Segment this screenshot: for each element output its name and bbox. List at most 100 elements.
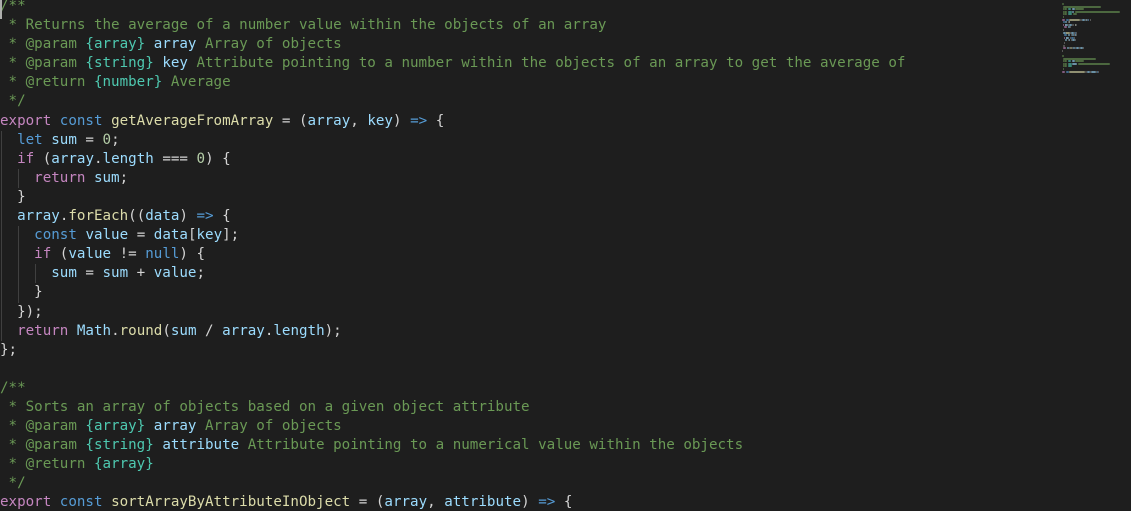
minimap-block	[1065, 21, 1067, 24]
code-editor[interactable]: /** * Returns the average of a number va…	[0, 0, 1131, 511]
code-token: );	[324, 322, 342, 339]
minimap-block	[1067, 34, 1071, 37]
code-token: = (	[350, 494, 385, 511]
code-line[interactable]: array.forEach((data) => {	[0, 207, 1060, 227]
indent-guide	[18, 168, 20, 188]
code-token: sortArrayByAttributeInObject	[111, 494, 351, 511]
code-line[interactable]: * @param {array} array Array of objects	[0, 417, 1060, 436]
code-line[interactable]: /**	[0, 0, 1060, 16]
code-token: data	[145, 208, 180, 225]
minimap-block	[1063, 13, 1068, 16]
code-token: });	[0, 303, 43, 320]
code-token: getAverageFromArray	[111, 112, 274, 129]
code-line[interactable]: if (value != null) {	[0, 245, 1060, 265]
code-line[interactable]: let sum = 0;	[0, 130, 1060, 150]
code-line[interactable]: return Math.round(sum / array.length);	[0, 321, 1060, 341]
indent-guide	[18, 245, 20, 265]
code-token: if	[17, 150, 35, 167]
minimap[interactable]	[1060, 0, 1131, 511]
code-token: const	[59, 494, 103, 511]
code-line[interactable]: export const sortArrayByAttributeInObjec…	[0, 493, 1060, 511]
code-token: (	[51, 246, 69, 263]
code-token: attribute	[444, 494, 522, 511]
code-line[interactable]: * @return {number} Average	[0, 73, 1060, 92]
code-token: *	[0, 36, 26, 53]
code-line[interactable]	[0, 360, 1060, 379]
code-token: )	[392, 112, 411, 129]
code-line[interactable]: * @param {string} key Attribute pointing…	[0, 54, 1060, 73]
code-token: .	[111, 322, 120, 339]
code-line[interactable]: });	[0, 302, 1060, 322]
code-token: ,	[350, 112, 368, 129]
code-token: ;	[111, 131, 120, 148]
minimap-block	[1090, 18, 1092, 21]
text-cursor	[0, 0, 2, 19]
code-line[interactable]: * Sorts an array of objects based on a g…	[0, 398, 1060, 417]
code-line[interactable]: export const getAverageFromArray = (arra…	[0, 112, 1060, 131]
code-token: array	[153, 36, 197, 53]
code-token: */	[0, 475, 26, 492]
code-token: = (	[273, 112, 308, 129]
code-token: =>	[410, 112, 428, 129]
code-line[interactable]: */	[0, 474, 1060, 493]
code-line[interactable]: }	[0, 283, 1060, 303]
code-line[interactable]: * Returns the average of a number value …	[0, 16, 1060, 35]
minimap-block	[1062, 68, 1064, 70]
minimap-block	[1062, 3, 1064, 5]
code-token: return	[34, 169, 86, 186]
indent-guide	[18, 264, 20, 284]
code-line[interactable]: };	[0, 341, 1060, 360]
minimap-block	[1069, 26, 1071, 29]
code-token: ===	[153, 150, 197, 167]
code-token: (	[162, 322, 171, 339]
code-line[interactable]: /**	[0, 379, 1060, 398]
code-token: array	[17, 208, 60, 225]
code-token: Attribute pointing to a numerical value …	[239, 437, 744, 454]
code-token: .	[94, 150, 103, 167]
code-token: forEach	[68, 208, 129, 225]
indent-guide	[1, 264, 2, 284]
minimap-block	[1063, 47, 1067, 50]
code-line[interactable]: if (array.length === 0) {	[0, 149, 1060, 169]
code-token: sum	[51, 131, 77, 148]
code-token: {array}	[93, 456, 154, 473]
code-line[interactable]: const value = data[key];	[0, 226, 1060, 246]
code-token: Math	[76, 322, 112, 339]
code-line[interactable]: * @param {array} array Array of objects	[0, 35, 1060, 54]
code-token: )	[521, 494, 539, 511]
code-line[interactable]: sum = sum + value;	[0, 264, 1060, 284]
code-token: if	[34, 246, 52, 263]
code-token: =>	[538, 494, 556, 511]
code-token: let	[17, 131, 43, 148]
code-line[interactable]: return sum;	[0, 168, 1060, 188]
code-token: round	[119, 322, 163, 339]
code-token: data	[153, 227, 188, 244]
code-line[interactable]: }	[0, 187, 1060, 208]
indent-guide	[1, 245, 2, 265]
code-line[interactable]: */	[0, 92, 1060, 111]
minimap-block	[1065, 39, 1067, 42]
indent-guide	[1, 168, 2, 188]
code-token: ) {	[179, 246, 206, 263]
minimap-block	[1062, 49, 1064, 52]
minimap-block	[1069, 70, 1085, 73]
code-line[interactable]: * @return {array}	[0, 455, 1060, 474]
code-token: @return	[25, 456, 86, 473]
minimap-block	[1077, 62, 1110, 65]
minimap-block	[1072, 62, 1078, 65]
code-line[interactable]: * @param {string} attribute Attribute po…	[0, 436, 1060, 455]
code-token: sum	[51, 265, 77, 282]
code-area[interactable]: /** * Returns the average of a number va…	[0, 0, 1060, 511]
code-token: attribute	[162, 437, 240, 454]
